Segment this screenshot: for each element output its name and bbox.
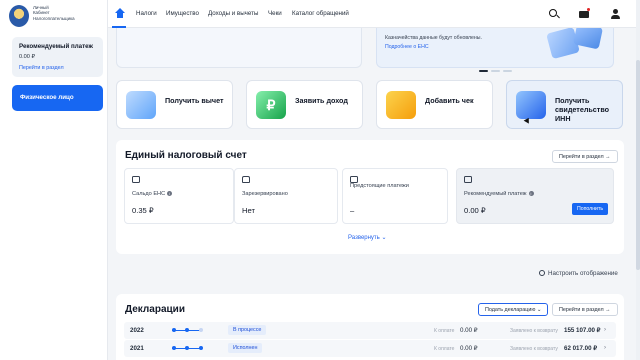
card-value: Нет [242, 206, 255, 215]
tile-label: Добавить чек [425, 96, 474, 105]
scrollbar-thumb[interactable] [636, 60, 640, 270]
submit-declaration-button[interactable]: Подать декларацию ⌄ [478, 303, 549, 316]
expand-link[interactable]: Развернуть ⌄ [348, 234, 387, 241]
chevron-right-icon[interactable]: › [604, 345, 606, 351]
id-card-icon [516, 91, 546, 119]
search-icon[interactable] [548, 8, 560, 20]
receipt-icon [386, 91, 416, 119]
refund-value: 155 107.00 ₽ [564, 327, 601, 334]
status-badge: Исполнен [228, 343, 263, 353]
progress-indicator [172, 346, 203, 351]
emblem-icon [9, 5, 29, 27]
info-icon[interactable]: i [167, 191, 173, 197]
customize-display-link[interactable]: Настроить отображение [539, 270, 618, 277]
tile-get-inn-certificate[interactable]: Получить свидетельство ИНН [506, 80, 623, 129]
tile-add-receipt[interactable]: Добавить чек [376, 80, 493, 129]
recommended-payment-card: Рекомендуемый платеж 0.00 ₽ Перейти в ра… [12, 37, 103, 77]
ens-upcoming-card: Предстоящие платежи – [342, 168, 448, 224]
declarations-title: Декларации [125, 304, 185, 315]
chevron-down-icon: ⌄ [536, 307, 542, 313]
info-icon[interactable]: i [528, 191, 534, 197]
calendar-icon [350, 176, 358, 183]
tile-label: Заявить доход [295, 96, 348, 105]
card-value: – [350, 206, 355, 215]
tile-label: Получить свидетельство ИНН [555, 96, 610, 123]
card-label: Предстоящие платежи [350, 183, 409, 189]
refund-label: Заявлено к возврату [510, 346, 558, 352]
banner-text: Казначейства данные будут обновлены. [385, 35, 482, 41]
chevron-right-icon[interactable]: › [604, 327, 606, 333]
table-row[interactable]: 2022 В процессе К оплате 0.00 ₽ Заявлено… [124, 322, 616, 339]
promo-banner-left[interactable] [116, 28, 362, 68]
ens-panel: Единый налоговый счет Перейти в раздел →… [116, 140, 624, 254]
logo[interactable]: Личный Кабинет Налогоплательщика [9, 5, 75, 27]
home-icon[interactable] [114, 8, 125, 19]
customize-display-label: Настроить отображение [548, 270, 618, 277]
pay-value: 0.00 ₽ [460, 327, 478, 334]
declarations-goto-button[interactable]: Перейти в раздел → [552, 303, 618, 316]
carousel-dot[interactable] [491, 70, 500, 72]
submit-declaration-label: Подать декларацию [485, 307, 536, 313]
recommended-payment-link[interactable]: Перейти в раздел [19, 65, 96, 71]
nav-appeals-catalog[interactable]: Каталог обращений [292, 10, 349, 17]
ens-reserved-card: Зарезервировано Нет [234, 168, 338, 224]
carousel-dots [479, 70, 512, 72]
ens-goto-button[interactable]: Перейти в раздел → [552, 150, 618, 163]
tile-get-deduction[interactable]: Получить вычет [116, 80, 233, 129]
banner-link[interactable]: Подробнее о ЕНС [385, 44, 429, 50]
declarations-panel: Декларации Подать декларацию ⌄ Перейти в… [116, 294, 624, 360]
declaration-year: 2022 [130, 327, 144, 334]
refund-value: 62 017.00 ₽ [564, 345, 598, 352]
pay-value: 0.00 ₽ [460, 345, 478, 352]
recommended-payment-title: Рекомендуемый платеж [19, 43, 93, 50]
payment-icon [464, 176, 472, 183]
progress-indicator [172, 328, 203, 333]
promo-banner-right[interactable]: Казначейства данные будут обновлены. Под… [376, 28, 614, 68]
pay-label: К оплате [434, 346, 455, 352]
card-label: Рекомендуемый платеж [464, 191, 527, 197]
refund-label: Заявлено к возврату [510, 328, 558, 334]
user-icon[interactable] [609, 8, 621, 20]
wallet-icon [126, 91, 156, 119]
nav-income-deductions[interactable]: Доходы и вычеты [208, 10, 258, 17]
table-row[interactable]: 2021 Исполнен К оплате 0.00 ₽ Заявлено к… [124, 340, 616, 357]
top-navigation: Налоги Имущество Доходы и вычеты Чеки Ка… [108, 0, 640, 28]
card-value: 0.00 ₽ [464, 206, 486, 215]
wallet-icon [132, 176, 140, 183]
lock-icon [242, 176, 250, 183]
tile-declare-income[interactable]: ₽ Заявить доход [246, 80, 363, 129]
card-label: Зарезервировано [242, 191, 288, 197]
sidebar: Личный Кабинет Налогоплательщика Рекомен… [0, 0, 108, 360]
expand-label: Развернуть [348, 235, 380, 241]
ens-recommended-card: Рекомендуемый платеж i 0.00 ₽ [456, 168, 614, 224]
card-value: 0.35 ₽ [132, 206, 154, 215]
card-label: Сальдо ЕНС [132, 191, 166, 197]
chevron-down-icon: ⌄ [381, 235, 387, 241]
gear-icon [539, 270, 545, 277]
mail-icon[interactable] [578, 8, 590, 20]
carousel-dot[interactable] [479, 70, 488, 72]
ens-title: Единый налоговый счет [125, 150, 247, 161]
ens-balance-card: Сальдо ЕНС i 0.35 ₽ [124, 168, 234, 224]
individual-person-button[interactable]: Физическое лицо [12, 85, 103, 111]
declaration-year: 2021 [130, 345, 144, 352]
carousel-dot[interactable] [503, 70, 512, 72]
nav-taxes[interactable]: Налоги [136, 10, 157, 17]
scrollbar[interactable] [636, 0, 640, 360]
logo-line: Налогоплательщика [33, 15, 75, 21]
recommended-payment-value: 0.00 ₽ [19, 54, 36, 60]
ruble-icon: ₽ [256, 91, 286, 119]
tile-label: Получить вычет [165, 96, 224, 105]
pay-label: К оплате [434, 328, 455, 334]
top-up-button[interactable]: Пополнить [572, 203, 608, 215]
status-badge: В процессе [228, 325, 267, 335]
nav-property[interactable]: Имущество [166, 10, 199, 17]
nav-receipts[interactable]: Чеки [268, 10, 282, 17]
